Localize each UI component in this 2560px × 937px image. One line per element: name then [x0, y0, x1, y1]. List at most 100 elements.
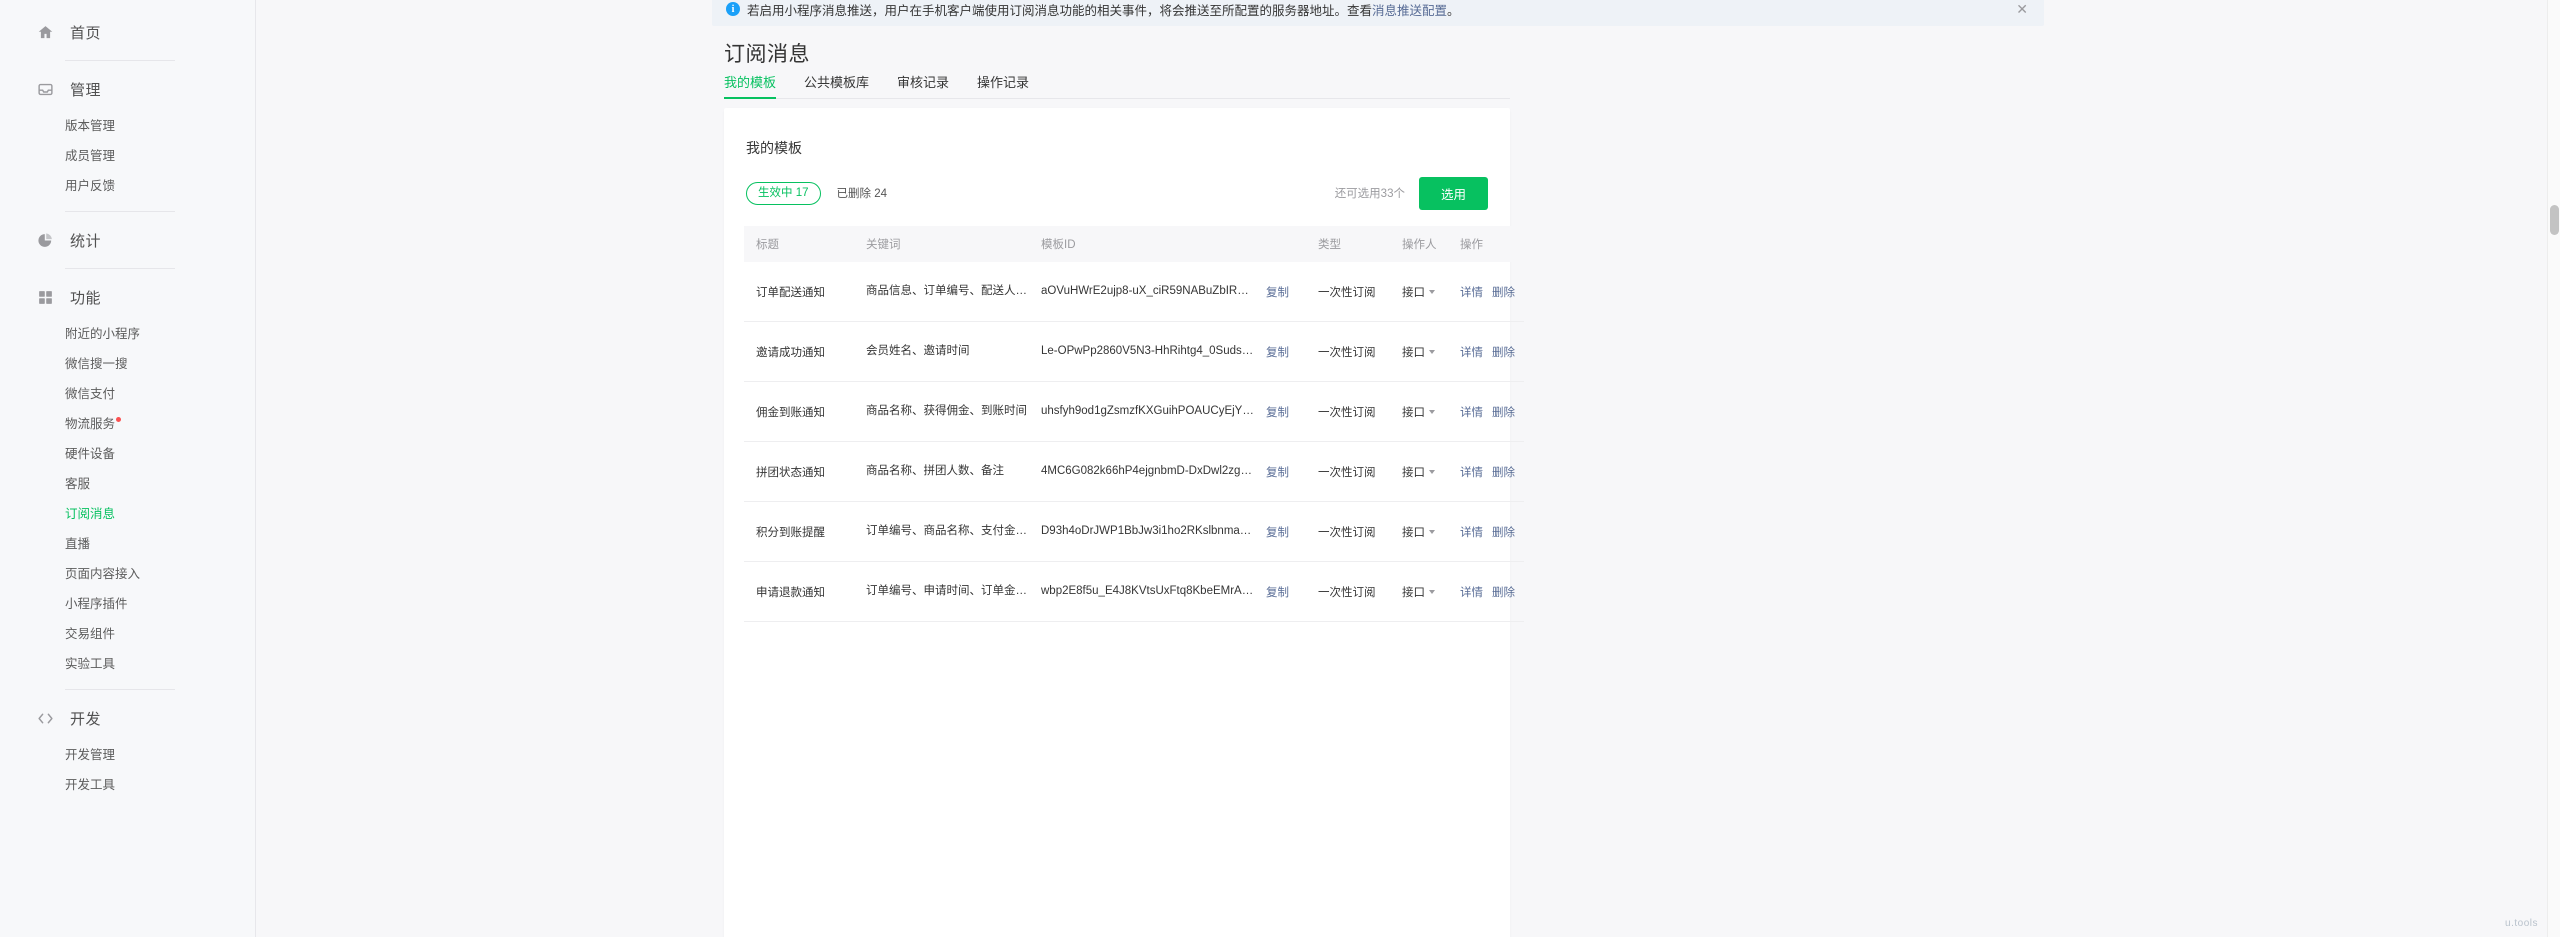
delete-button[interactable]: 删除 — [1492, 407, 1515, 419]
operator-dropdown[interactable]: 接口 — [1402, 287, 1435, 299]
cell-type: 一次性订阅 — [1306, 442, 1390, 502]
table-col-header-0: 标题 — [744, 226, 854, 262]
sidebar-item-微信搜一搜[interactable]: 微信搜一搜 — [0, 349, 255, 379]
table-col-header-6: 操作 — [1448, 226, 1524, 262]
sidebar-item-label: 订阅消息 — [65, 507, 115, 521]
copy-template-id-button[interactable]: 复制 — [1266, 287, 1289, 299]
tab-bar: 我的模板 公共模板库 审核记录 操作记录 — [724, 72, 1510, 99]
chevron-down-icon — [1429, 470, 1435, 474]
main-content: i 若启用小程序消息推送，用户在手机客户端使用订阅消息功能的相关事件，将会推送至… — [256, 0, 2560, 937]
copy-template-id-button[interactable]: 复制 — [1266, 347, 1289, 359]
operator-dropdown[interactable]: 接口 — [1402, 587, 1435, 599]
sidebar-item-成员管理[interactable]: 成员管理 — [0, 141, 255, 171]
banner-link[interactable]: 消息推送配置 — [1372, 0, 1447, 19]
operator-label: 接口 — [1402, 467, 1425, 479]
sidebar-group-header-管理[interactable]: 管理 — [0, 71, 255, 107]
copy-template-id-button[interactable]: 复制 — [1266, 587, 1289, 599]
sidebar-item-客服[interactable]: 客服 — [0, 469, 255, 499]
detail-button[interactable]: 详情 — [1460, 527, 1483, 539]
copy-template-id-button[interactable]: 复制 — [1266, 527, 1289, 539]
sidebar-group-label: 功能 — [70, 287, 101, 308]
template-id-text: Le-OPwPp2860V5N3-HhRihtg4_0SudsJvFk... — [1041, 345, 1254, 357]
sidebar-item-用户反馈[interactable]: 用户反馈 — [0, 171, 255, 201]
sidebar-item-label: 直播 — [65, 537, 90, 551]
sidebar-item-交易组件[interactable]: 交易组件 — [0, 619, 255, 649]
detail-button[interactable]: 详情 — [1460, 587, 1483, 599]
operator-label: 接口 — [1402, 407, 1425, 419]
detail-button[interactable]: 详情 — [1460, 287, 1483, 299]
delete-button[interactable]: 删除 — [1492, 467, 1515, 479]
sidebar-item-页面内容接入[interactable]: 页面内容接入 — [0, 559, 255, 589]
cell-keywords: 商品名称、获得佣金、到账时间 — [854, 382, 1029, 442]
chevron-down-icon — [1429, 350, 1435, 354]
sidebar-item-label: 微信搜一搜 — [65, 357, 128, 371]
cell-title: 拼团状态通知 — [744, 442, 854, 502]
sidebar-group-header-统计[interactable]: 统计 — [0, 222, 255, 258]
templates-table: 标题关键词模板ID类型操作人操作 订单配送通知商品信息、订单编号、配送人、配送员… — [744, 226, 1524, 622]
tab-操作记录[interactable]: 操作记录 — [977, 72, 1029, 99]
select-template-button[interactable]: 选用 — [1419, 177, 1488, 210]
cell-keywords: 订单编号、商品名称、支付金额、获得... — [854, 502, 1029, 562]
cell-type: 一次性订阅 — [1306, 262, 1390, 322]
sidebar-item-订阅消息[interactable]: 订阅消息 — [0, 499, 255, 529]
sidebar-item-硬件设备[interactable]: 硬件设备 — [0, 439, 255, 469]
cell-template-id: Le-OPwPp2860V5N3-HhRihtg4_0SudsJvFk... — [1029, 322, 1254, 382]
operator-label: 接口 — [1402, 347, 1425, 359]
sidebar-item-开发工具[interactable]: 开发工具 — [0, 770, 255, 800]
operator-dropdown[interactable]: 接口 — [1402, 407, 1435, 419]
operator-dropdown[interactable]: 接口 — [1402, 467, 1435, 479]
sidebar-item-label: 微信支付 — [65, 387, 115, 401]
notification-banner: i 若启用小程序消息推送，用户在手机客户端使用订阅消息功能的相关事件，将会推送至… — [712, 0, 2044, 26]
sidebar-item-开发管理[interactable]: 开发管理 — [0, 740, 255, 770]
sidebar-divider — [65, 60, 175, 61]
table-body: 订单配送通知商品信息、订单编号、配送人、配送员...aOVuHWrE2ujp8-… — [744, 262, 1524, 622]
filter-chip-active[interactable]: 生效中 17 — [746, 182, 821, 205]
operator-dropdown[interactable]: 接口 — [1402, 527, 1435, 539]
home-icon — [36, 23, 54, 41]
card-title: 我的模板 — [746, 138, 1490, 158]
sidebar-group-开发: 开发开发管理开发工具 — [0, 700, 255, 800]
table-row: 积分到账提醒订单编号、商品名称、支付金额、获得...D93h4oDrJWP1Bb… — [744, 502, 1524, 562]
delete-button[interactable]: 删除 — [1492, 287, 1515, 299]
sidebar-item-小程序插件[interactable]: 小程序插件 — [0, 589, 255, 619]
detail-button[interactable]: 详情 — [1460, 467, 1483, 479]
template-id-text: wbp2E8f5u_E4J8KVtsUxFtq8KbeEMrAN-hK... — [1041, 585, 1254, 597]
sidebar-item-直播[interactable]: 直播 — [0, 529, 255, 559]
sidebar-divider — [65, 268, 175, 269]
cell-actions: 详情删除 — [1448, 322, 1524, 382]
tab-审核记录[interactable]: 审核记录 — [897, 72, 949, 99]
delete-button[interactable]: 删除 — [1492, 527, 1515, 539]
cell-copy: 复制 — [1254, 502, 1306, 562]
sidebar-item-版本管理[interactable]: 版本管理 — [0, 111, 255, 141]
my-templates-card: 我的模板 生效中 17 已删除 24 还可选用33个 选用 标题关键词模板ID类… — [724, 108, 1510, 937]
sidebar-item-实验工具[interactable]: 实验工具 — [0, 649, 255, 679]
sidebar-item-label: 小程序插件 — [65, 597, 128, 611]
copy-template-id-button[interactable]: 复制 — [1266, 467, 1289, 479]
sidebar-item-微信支付[interactable]: 微信支付 — [0, 379, 255, 409]
filter-chip-deleted[interactable]: 已删除 24 — [837, 185, 888, 201]
tab-我的模板[interactable]: 我的模板 — [724, 72, 776, 99]
sidebar-item-label: 页面内容接入 — [65, 567, 140, 581]
close-icon[interactable]: ✕ — [1996, 2, 2028, 16]
page-scrollbar[interactable] — [2547, 0, 2560, 937]
sidebar-group-header-功能[interactable]: 功能 — [0, 279, 255, 315]
sidebar-item-附近的小程序[interactable]: 附近的小程序 — [0, 319, 255, 349]
sidebar-divider — [65, 689, 175, 690]
detail-button[interactable]: 详情 — [1460, 347, 1483, 359]
sidebar-group-header-首页[interactable]: 首页 — [0, 14, 255, 50]
cell-actions: 详情删除 — [1448, 502, 1524, 562]
delete-button[interactable]: 删除 — [1492, 347, 1515, 359]
copy-template-id-button[interactable]: 复制 — [1266, 407, 1289, 419]
cell-title: 邀请成功通知 — [744, 322, 854, 382]
cell-title: 订单配送通知 — [744, 262, 854, 322]
detail-button[interactable]: 详情 — [1460, 407, 1483, 419]
operator-label: 接口 — [1402, 587, 1425, 599]
cell-template-id: aOVuHWrE2ujp8-uX_ciR59NABuZbIRgZhc... — [1029, 262, 1254, 322]
tab-公共模板库[interactable]: 公共模板库 — [804, 72, 869, 99]
operator-dropdown[interactable]: 接口 — [1402, 347, 1435, 359]
sidebar-group-header-开发[interactable]: 开发 — [0, 700, 255, 736]
scrollbar-thumb[interactable] — [2550, 205, 2559, 235]
delete-button[interactable]: 删除 — [1492, 587, 1515, 599]
sidebar-item-物流服务[interactable]: 物流服务 — [0, 409, 255, 439]
cell-operator: 接口 — [1390, 502, 1448, 562]
